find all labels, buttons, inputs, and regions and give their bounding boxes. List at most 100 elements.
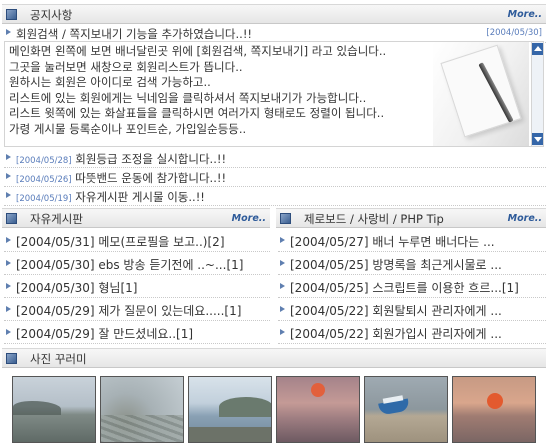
- bullet-arrow-icon: [280, 329, 285, 335]
- notice-body-text: 메인화면 왼쪽에 보면 배너달린곳 위에 [회원검색, 쪽지보내기] 라고 있습…: [9, 44, 386, 137]
- bullet-arrow-icon: [6, 237, 11, 243]
- bullet-arrow-icon: [280, 283, 285, 289]
- notice-more-link[interactable]: More..: [508, 9, 542, 20]
- notice-body-line: 리스트에 있는 회원에게는 닉네임을 클릭하셔서 쪽지보내기가 가능합니다..: [9, 90, 367, 105]
- zero-board-item-date: [2004/05/22]: [290, 327, 369, 341]
- free-board-item-title[interactable]: 메모(프로필을 보고..): [98, 235, 207, 249]
- comment-count: [2]: [207, 235, 225, 249]
- bullet-arrow-icon: [6, 329, 11, 335]
- zero-board-item[interactable]: [2004/05/25] 방명록을 최근게시물로 ...: [278, 253, 546, 275]
- bullet-arrow-icon: [6, 260, 11, 266]
- notice-body-line: 원하시는 회원은 아이디로 검색 가능하고..: [9, 75, 211, 89]
- island-silhouette: [13, 401, 61, 415]
- sun-icon: [487, 393, 503, 409]
- free-board-title: 자유게시판: [30, 212, 83, 226]
- zero-board-item-date: [2004/05/25]: [290, 281, 369, 295]
- zero-board-item-date: [2004/05/27]: [290, 235, 369, 249]
- zero-board-item[interactable]: [2004/05/27] 배너 누루면 배너다는 ...: [278, 230, 546, 252]
- free-board-item[interactable]: [2004/05/29] 잘 만드셨네요..[1]: [4, 322, 270, 344]
- notice-body-line: 리스트 윗쪽에 있는 화살표들을 클릭하시면 여러가지 형태로도 정렬이 됩니다…: [9, 106, 385, 120]
- notice-item-title[interactable]: 회원등급 조정을 실시합니다..!!: [75, 152, 226, 166]
- comment-count: [1]: [501, 281, 519, 295]
- notice-list-item[interactable]: [2004/05/28] 회원등급 조정을 실시합니다..!!: [4, 149, 546, 168]
- bullet-arrow-icon: [6, 29, 11, 35]
- free-board-item[interactable]: [2004/05/31] 메모(프로필을 보고..)[2]: [4, 230, 270, 252]
- rock-texture: [101, 415, 183, 442]
- notebook-pen-image: [433, 42, 529, 146]
- zero-board-more-link[interactable]: More..: [508, 213, 542, 224]
- section-bullet-icon: [6, 9, 17, 20]
- comment-count: [1]: [226, 258, 244, 272]
- zero-board-header: 제로보드 / 사랑비 / PHP Tip More..: [276, 208, 546, 228]
- bullet-arrow-icon: [280, 306, 285, 312]
- section-bullet-icon: [280, 213, 291, 224]
- zero-board-item-date: [2004/05/25]: [290, 258, 369, 272]
- notice-body-line: 메인화면 왼쪽에 보면 배너달린곳 위에 [회원검색, 쪽지보내기] 라고 있습…: [9, 44, 387, 58]
- bullet-arrow-icon: [6, 192, 11, 198]
- notice-featured-title[interactable]: 회원검색 / 쪽지보내기 기능을 추가하였습니다..!!: [16, 26, 252, 42]
- sun-icon: [311, 383, 325, 397]
- free-board-header: 자유게시판 More..: [2, 208, 270, 228]
- zero-board-item[interactable]: [2004/05/22] 회원가입시 관리자에게 ...: [278, 322, 546, 344]
- free-board-item-date: [2004/05/29]: [16, 304, 95, 318]
- free-board-item-date: [2004/05/30]: [16, 258, 95, 272]
- photo-thumbnail-island-bay[interactable]: [188, 376, 272, 443]
- free-board-item-title[interactable]: 형님: [98, 281, 120, 295]
- photo-thumbnail-pink-sunset[interactable]: [276, 376, 360, 443]
- bullet-arrow-icon: [6, 173, 11, 179]
- comment-count: [1]: [176, 327, 194, 341]
- zero-board-item-title[interactable]: 회원가입시 관리자에게 ...: [372, 327, 501, 341]
- free-board-item-date: [2004/05/30]: [16, 281, 95, 295]
- section-bullet-icon: [6, 213, 17, 224]
- free-board-item-title[interactable]: 제가 질문이 있는데요.....: [98, 304, 224, 318]
- free-board-item-date: [2004/05/29]: [16, 327, 95, 341]
- photo-thumbnail-misty-coast[interactable]: [12, 376, 96, 443]
- free-board-item[interactable]: [2004/05/30] 형님[1]: [4, 276, 270, 298]
- zero-board-item-title[interactable]: 배너 누루면 배너다는 ...: [372, 235, 494, 249]
- free-board-more-link[interactable]: More..: [232, 213, 266, 224]
- zero-board-item-title[interactable]: 방명록을 최근게시물로 ...: [372, 258, 501, 272]
- bullet-arrow-icon: [280, 237, 285, 243]
- zero-board-item-date: [2004/05/22]: [290, 304, 369, 318]
- comment-count: [1]: [120, 281, 138, 295]
- zero-board-item[interactable]: [2004/05/22] 회원탈퇴시 관리자에게 ...: [278, 299, 546, 321]
- zero-board-title: 제로보드 / 사랑비 / PHP Tip: [304, 212, 444, 226]
- photos-title: 사진 꾸러미: [30, 352, 87, 366]
- photos-header: 사진 꾸러미: [2, 348, 546, 368]
- free-board-item[interactable]: [2004/05/30] ebs 방송 듣기전에 ..~...[1]: [4, 253, 270, 275]
- notice-header: 공지사항 More..: [2, 4, 546, 24]
- photo-thumbnail-boat-beach[interactable]: [364, 376, 448, 443]
- comment-count: [1]: [224, 304, 242, 318]
- scroll-down-arrow-icon[interactable]: [532, 133, 543, 145]
- notice-item-date: [2004/05/28]: [16, 156, 72, 166]
- section-bullet-icon: [6, 353, 17, 364]
- zero-board-item-title[interactable]: 회원탈퇴시 관리자에게 ...: [372, 304, 501, 318]
- shore-rocks: [189, 427, 271, 442]
- bullet-arrow-icon: [6, 306, 11, 312]
- free-board-item-title[interactable]: 잘 만드셨네요..: [98, 327, 176, 341]
- photo-thumbnail-rocky-shore[interactable]: [100, 376, 184, 443]
- notice-list-item[interactable]: [2004/05/19] 자유게시판 게시물 이동..!!: [4, 187, 546, 206]
- notice-body-line: 가령 게시물 등록순이나 포인트순, 가입일순등등..: [9, 121, 247, 136]
- notice-body: 메인화면 왼쪽에 보면 배너달린곳 위에 [회원검색, 쪽지보내기] 라고 있습…: [4, 41, 544, 147]
- zero-board-item[interactable]: [2004/05/25] 스크립트를 이용한 흐르...[1]: [278, 276, 546, 298]
- bullet-arrow-icon: [6, 154, 11, 160]
- notice-featured-date: [2004/05/30]: [486, 28, 542, 38]
- notice-body-line: 그곳을 눌러보면 새창으로 회원리스트가 뜹니다..: [9, 59, 243, 74]
- free-board-item-title[interactable]: ebs 방송 듣기전에 ..~...: [98, 258, 226, 272]
- free-board-item[interactable]: [2004/05/29] 제가 질문이 있는데요.....[1]: [4, 299, 270, 321]
- notice-item-title[interactable]: 따뜻밴드 운동에 참가합니다..!!: [75, 171, 226, 185]
- notice-item-date: [2004/05/26]: [16, 175, 72, 185]
- bullet-arrow-icon: [280, 260, 285, 266]
- notice-list-item[interactable]: [2004/05/26] 따뜻밴드 운동에 참가합니다..!!: [4, 168, 546, 187]
- notice-item-title[interactable]: 자유게시판 게시물 이동..!!: [75, 190, 205, 204]
- scroll-up-arrow-icon[interactable]: [532, 43, 543, 55]
- bullet-arrow-icon: [6, 283, 11, 289]
- free-board-item-date: [2004/05/31]: [16, 235, 95, 249]
- notebook-paper: [440, 44, 522, 138]
- hill-silhouette: [219, 397, 271, 417]
- zero-board-item-title[interactable]: 스크립트를 이용한 흐르...: [372, 281, 501, 295]
- notice-scrollbar[interactable]: [531, 42, 543, 146]
- notice-item-date: [2004/05/19]: [16, 194, 72, 204]
- photo-thumbnail-orange-sunset[interactable]: [452, 376, 536, 443]
